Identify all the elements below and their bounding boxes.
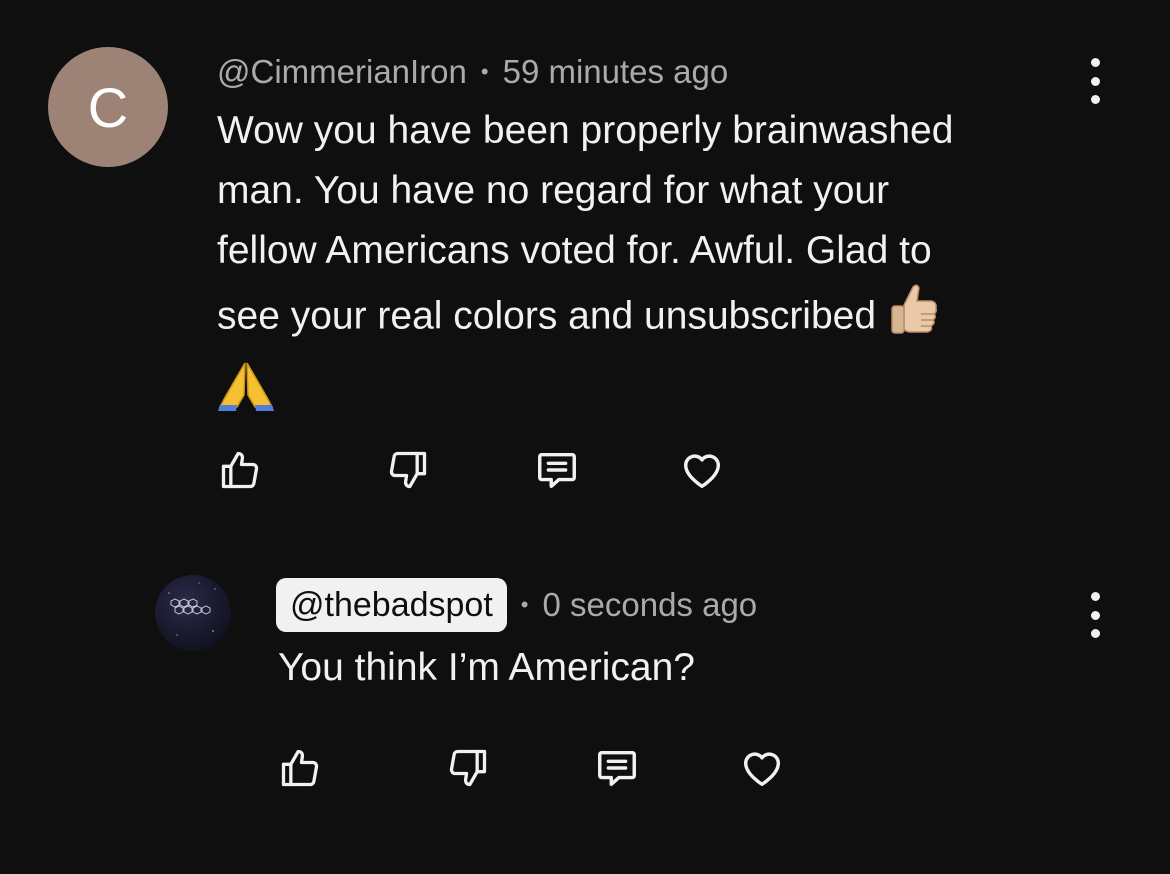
comment-text: Wow you have been properly brainwashed m… (217, 109, 954, 338)
heart-icon[interactable] (732, 738, 792, 798)
comment-author-handle[interactable]: @CimmerianIron (217, 53, 467, 91)
more-options-icon[interactable] (1080, 592, 1110, 638)
like-icon[interactable] (210, 440, 270, 500)
more-options-icon[interactable] (1080, 58, 1110, 104)
avatar-initial: C (87, 75, 129, 139)
like-icon[interactable] (270, 738, 330, 798)
folded-hands-emoji-icon (217, 355, 275, 429)
dislike-icon[interactable] (378, 440, 438, 500)
comment-body: Wow you have been properly brainwashed m… (217, 101, 1087, 429)
thumbs-up-emoji-icon (887, 281, 939, 355)
the-bad-spot-logo (168, 582, 216, 636)
meta-separator: • (520, 592, 529, 617)
reply-meta: @thebadspot • 0 seconds ago (276, 578, 757, 632)
comment-meta: @CimmerianIron • 59 minutes ago (217, 50, 728, 94)
creator-handle-badge[interactable]: @thebadspot (276, 578, 507, 632)
dislike-icon[interactable] (438, 738, 498, 798)
reply-icon[interactable] (587, 738, 647, 798)
commenter-avatar[interactable]: C (48, 47, 168, 167)
meta-separator: • (480, 59, 489, 84)
reply-icon[interactable] (527, 440, 587, 500)
heart-icon[interactable] (672, 440, 732, 500)
reply-timestamp: 0 seconds ago (542, 586, 758, 623)
comment-timestamp: 59 minutes ago (502, 53, 729, 90)
reply-body: You think I’m American? (278, 646, 695, 689)
replier-avatar[interactable] (155, 575, 231, 651)
